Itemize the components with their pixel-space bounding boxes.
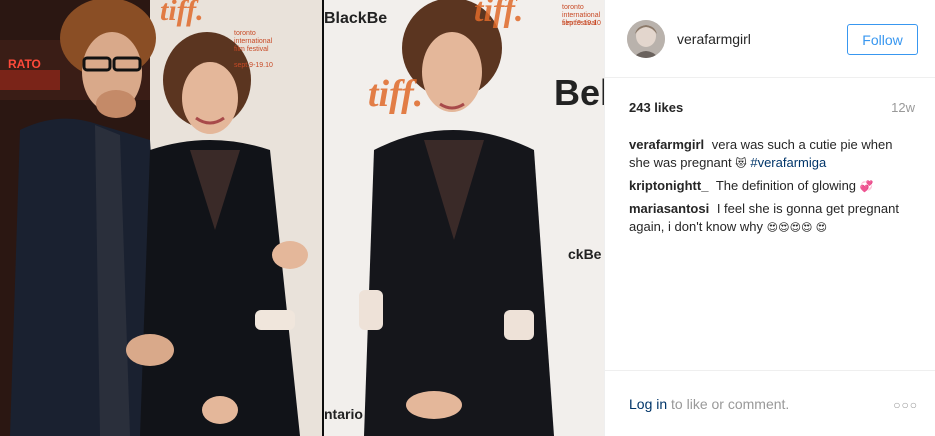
- comment-item: kriptonightt_ The definition of glowing …: [629, 177, 914, 196]
- avatar[interactable]: [627, 20, 665, 58]
- festival-dates-right: sept.9-19.10: [562, 20, 601, 27]
- comments-list: verafarmgirl vera was such a cutie pie w…: [629, 136, 914, 241]
- sponsor-blackberry: BlackBe: [324, 10, 388, 27]
- post-photo[interactable]: tiff. toronto international film festiva…: [0, 0, 604, 436]
- tiff-logo-left: tiff.: [160, 0, 204, 27]
- tiff-logo-right-2: tiff.: [368, 73, 424, 115]
- post-sidebar: verafarmgirl Follow 243 likes 12w verafa…: [604, 0, 935, 436]
- instagram-post: tiff. toronto international film festiva…: [0, 0, 935, 436]
- comment-item: mariasantosi I feel she is gonna get pre…: [629, 200, 914, 237]
- login-text: to like or comment.: [671, 396, 790, 412]
- heart-eyes-emoji: 😍😍😍😍 😍: [766, 222, 828, 234]
- comment-user[interactable]: mariasantosi: [629, 201, 709, 216]
- cat-heart-eyes-emoji: 😻: [735, 158, 747, 170]
- portrait-illustration: [324, 0, 604, 436]
- post-time[interactable]: 12w: [891, 100, 915, 115]
- festival-dates-left: sept.9-19.10: [234, 62, 273, 69]
- couple-illustration: [0, 0, 322, 436]
- login-link[interactable]: Log in: [629, 396, 667, 412]
- follow-button[interactable]: Follow: [847, 24, 918, 55]
- login-prompt: Log in to like or comment.: [629, 396, 789, 412]
- photo-right-panel: BlackBe tiff. toronto international film…: [324, 0, 604, 436]
- background-sign: RATO: [8, 57, 41, 71]
- hashtag-link[interactable]: #verafarmiga: [750, 155, 826, 170]
- comment-text: The definition of glowing: [715, 178, 857, 193]
- hearts-emoji: 💞: [859, 181, 874, 193]
- tiff-logo-right: tiff.: [474, 0, 524, 29]
- post-footer: Log in to like or comment. ○○○: [605, 370, 935, 436]
- comment-item: verafarmgirl vera was such a cutie pie w…: [629, 136, 914, 173]
- comment-user[interactable]: kriptonightt_: [629, 178, 708, 193]
- photo-left-panel: tiff. toronto international film festiva…: [0, 0, 322, 436]
- avatar-image: [627, 20, 665, 58]
- sponsor-bell: Bel: [554, 72, 604, 113]
- comment-user[interactable]: verafarmgirl: [629, 137, 704, 152]
- sponsor-blackberry-small: ckBe: [568, 246, 602, 262]
- likes-count[interactable]: 243 likes: [629, 100, 683, 115]
- festival-text-left: toronto international film festival: [234, 30, 273, 53]
- sponsor-ontario: ntario: [324, 406, 363, 422]
- more-options-icon[interactable]: ○○○: [893, 398, 918, 412]
- post-username[interactable]: verafarmgirl: [677, 31, 751, 47]
- post-header: verafarmgirl Follow: [605, 0, 935, 78]
